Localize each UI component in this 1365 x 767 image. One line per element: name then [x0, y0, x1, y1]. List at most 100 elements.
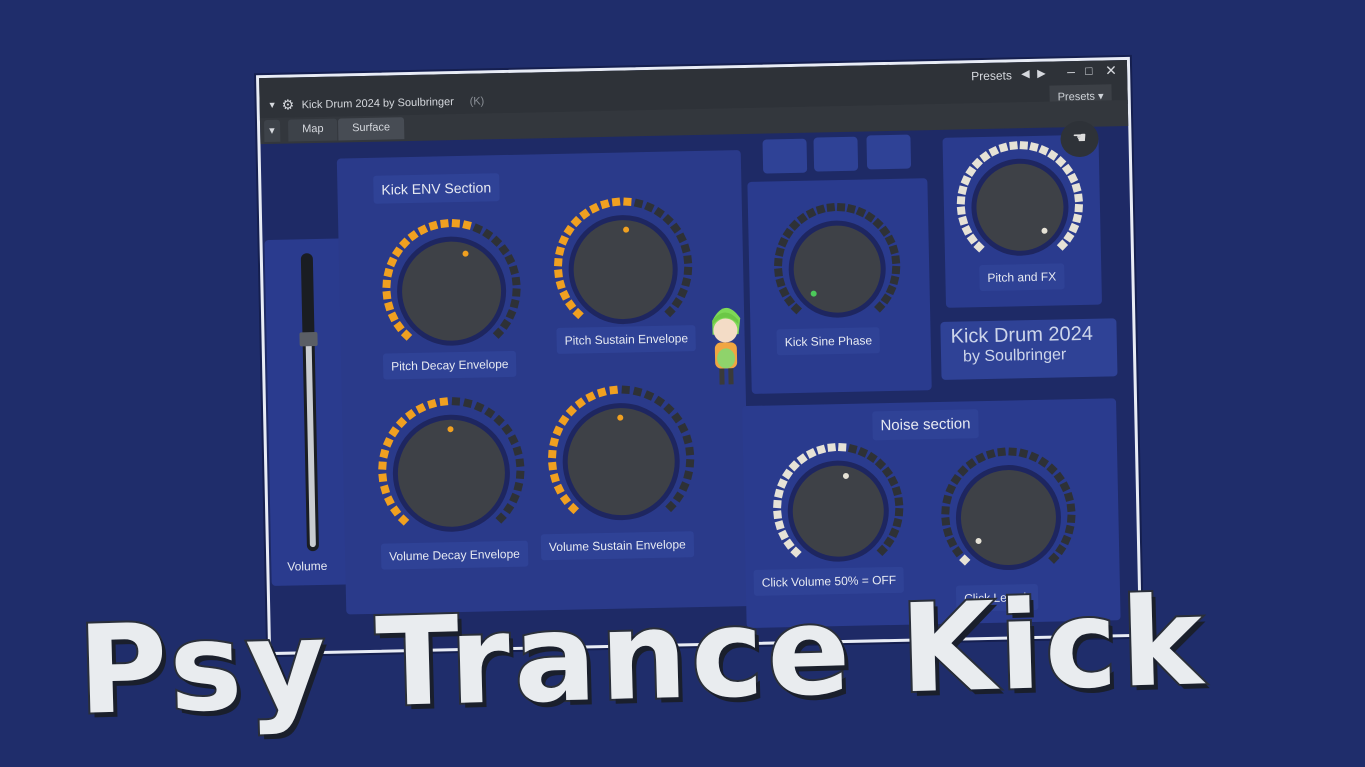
knob-ring-segment — [473, 401, 485, 413]
knob-body[interactable] — [392, 414, 510, 532]
knob-ring-segment — [669, 222, 682, 234]
knob-ring-segment — [1056, 239, 1069, 251]
minimize-icon[interactable]: ‒ — [1067, 63, 1075, 79]
knob-ring-segment — [1074, 203, 1084, 213]
knob-ring-segment — [997, 447, 1006, 457]
knob-ring-segment — [855, 206, 867, 218]
preset-prev-icon[interactable]: ◀ — [1021, 67, 1030, 80]
knob-ring-segment — [816, 444, 827, 455]
knob-ring-segment — [515, 470, 525, 480]
gear-icon[interactable]: ⚙ — [281, 96, 294, 113]
knob-ring-segment — [428, 220, 439, 231]
knob-ring-segment — [872, 217, 884, 230]
volume-decay-label: Volume Decay Envelope — [380, 540, 529, 570]
click-length-knob[interactable] — [933, 439, 1084, 590]
knob-ring-segment — [508, 265, 519, 275]
knob-ring-segment — [1059, 481, 1071, 493]
knob-ring-segment — [788, 219, 801, 231]
knob-ring-segment — [975, 452, 986, 464]
knob-ring-segment — [600, 199, 610, 210]
click-volume-knob[interactable] — [765, 435, 912, 582]
knob-ring-segment — [1018, 448, 1029, 459]
knob-body[interactable] — [397, 236, 507, 346]
knob-ring-segment — [678, 481, 690, 492]
preset-next-icon[interactable]: ▶ — [1037, 67, 1046, 80]
pitch-fx-knob[interactable] — [948, 133, 1091, 276]
knob-body[interactable] — [787, 460, 889, 562]
pitch-sustain-knob[interactable] — [546, 189, 701, 344]
knob-ring-segment — [384, 495, 395, 507]
knob-ring-segment — [783, 538, 795, 550]
volume-decay-knob[interactable] — [370, 389, 533, 552]
knob-ring-segment — [960, 175, 972, 186]
slot-button-3[interactable] — [866, 134, 912, 170]
slot-button-1[interactable] — [762, 138, 808, 174]
knob-ring-segment — [395, 416, 408, 429]
close-icon[interactable]: ✕ — [1105, 62, 1117, 79]
knob-ring-segment — [417, 224, 429, 236]
knob-ring-segment — [864, 211, 876, 223]
knob-ring-segment — [971, 157, 983, 170]
slot-button-2[interactable] — [813, 136, 859, 172]
knob-ring-segment — [512, 288, 521, 297]
knob-ring-segment — [889, 275, 900, 285]
knob-body[interactable] — [971, 158, 1069, 256]
knob-ring-segment — [805, 448, 817, 459]
knob-ring-segment — [1064, 524, 1075, 535]
knob-ring-segment — [509, 298, 520, 309]
knob-ring-segment — [815, 204, 826, 215]
knob-ring-segment — [998, 142, 1009, 153]
tabs-menu-icon[interactable]: ▾ — [263, 119, 280, 143]
knob-ring-segment — [1063, 492, 1074, 502]
knob-ring-segment — [398, 237, 411, 249]
knob-ring-segment — [778, 529, 789, 541]
presets-label[interactable]: Presets — [971, 68, 1012, 83]
volume-sustain-knob[interactable] — [539, 377, 702, 540]
kick-env-title: Kick ENV Section — [373, 173, 500, 204]
knob-ring-segment — [386, 256, 398, 268]
knob-ring-segment — [683, 470, 693, 480]
knob-ring-segment — [391, 246, 404, 258]
knob-ring-segment — [565, 405, 577, 417]
knob-ring-segment — [633, 198, 644, 209]
volume-slider-thumb[interactable] — [299, 332, 318, 347]
knob-body[interactable] — [955, 465, 1061, 571]
knob-ring-segment — [887, 475, 899, 487]
knob-ring-segment — [415, 402, 427, 414]
knob-ring-segment — [664, 305, 676, 318]
tab-surface[interactable]: Surface — [337, 117, 405, 141]
knob-ring-segment — [559, 493, 572, 505]
knob-ring-segment — [957, 465, 969, 477]
tab-map[interactable]: Map — [287, 118, 338, 142]
pitch-fx-label: Pitch and FX — [979, 263, 1065, 292]
knob-ring-segment — [1046, 463, 1058, 475]
brand-box: Kick Drum 2024 by Soulbringer — [940, 318, 1118, 380]
window-menu-arrow-icon[interactable]: ▼ — [268, 100, 277, 110]
knob-ring-segment — [1066, 503, 1076, 513]
knob-body[interactable] — [568, 215, 678, 325]
pitch-decay-knob[interactable] — [374, 211, 529, 366]
knob-ring-segment — [558, 414, 570, 426]
knob-ring-segment — [1061, 163, 1074, 175]
knob-ring-segment — [676, 232, 687, 244]
knob-ring-segment — [965, 165, 977, 177]
knob-ring-segment — [671, 297, 683, 309]
knob-ring-segment — [1063, 231, 1075, 243]
knob-body[interactable] — [562, 403, 680, 521]
knob-ring-segment — [596, 387, 607, 398]
knob-ring-segment — [773, 510, 782, 520]
knob-ring-segment — [838, 442, 847, 452]
knob-ring-segment — [383, 267, 394, 278]
knob-body[interactable] — [788, 220, 886, 318]
knob-ring-segment — [384, 301, 395, 312]
kick-sine-phase-knob[interactable] — [766, 195, 909, 338]
knob-ring-segment — [504, 254, 516, 265]
knob-ring-segment — [1055, 544, 1067, 556]
knob-ring-segment — [499, 318, 512, 330]
knob-ring-segment — [555, 279, 566, 290]
knob-ring-segment — [579, 208, 591, 220]
volume-sustain-label: Volume Sustain Envelope — [540, 531, 694, 561]
mascot-character — [712, 307, 741, 385]
knob-ring-segment — [565, 299, 577, 311]
maximize-icon[interactable]: □ — [1085, 64, 1093, 78]
